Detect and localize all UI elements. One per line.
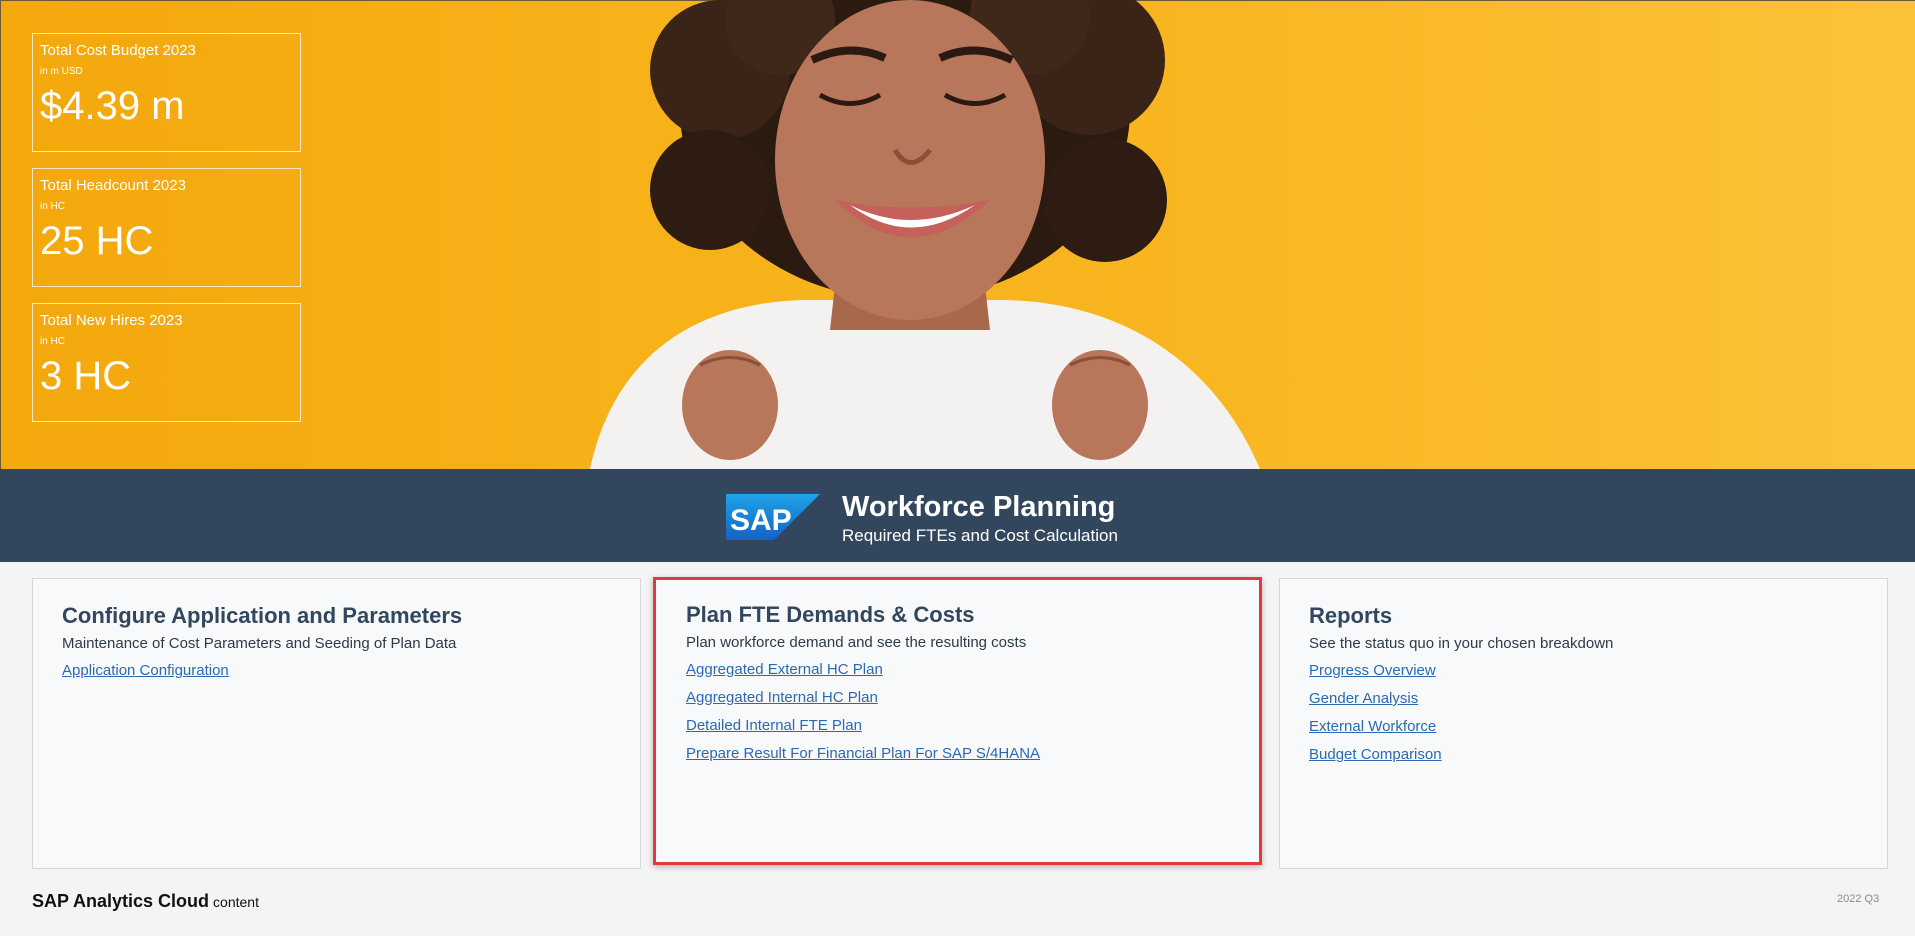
hero-banner: Total Cost Budget 2023 in m USD $4.39 m … xyxy=(0,0,1915,469)
link-progress-overview[interactable]: Progress Overview xyxy=(1309,662,1858,679)
kpi-title: Total Headcount 2023 xyxy=(40,177,186,194)
card-subtitle: Maintenance of Cost Parameters and Seedi… xyxy=(62,635,457,652)
card-links: Aggregated External HC Plan Aggregated I… xyxy=(686,661,1229,762)
link-detailed-internal-fte-plan[interactable]: Detailed Internal FTE Plan xyxy=(686,717,1229,734)
svg-text:SAP: SAP xyxy=(730,504,792,537)
kpi-unit: in m USD xyxy=(40,66,83,77)
kpi-title: Total New Hires 2023 xyxy=(40,312,183,329)
link-gender-analysis[interactable]: Gender Analysis xyxy=(1309,690,1858,707)
link-aggregated-external-hc-plan[interactable]: Aggregated External HC Plan xyxy=(686,661,1229,678)
kpi-unit: in HC xyxy=(40,201,66,212)
card-title: Plan FTE Demands & Costs xyxy=(686,602,975,627)
footer-brand-suffix: content xyxy=(213,894,259,910)
app-subtitle: Required FTEs and Cost Calculation xyxy=(842,526,1118,545)
kpi-unit: in HC xyxy=(40,336,66,347)
kpi-value: $4.39 m xyxy=(40,84,185,128)
app-title-banner: SAP Workforce Planning Required FTEs and… xyxy=(0,469,1915,562)
kpi-tile-headcount[interactable]: Total Headcount 2023 in HC 25 HC xyxy=(32,168,301,287)
kpi-title: Total Cost Budget 2023 xyxy=(40,42,196,59)
app-title: Workforce Planning xyxy=(842,491,1116,523)
sap-logo-icon: SAP xyxy=(726,494,820,540)
link-aggregated-internal-hc-plan[interactable]: Aggregated Internal HC Plan xyxy=(686,689,1229,706)
card-title: Reports xyxy=(1309,603,1393,628)
card-plan-fte-demands: Plan FTE Demands & Costs Plan workforce … xyxy=(653,577,1262,865)
kpi-tile-new-hires[interactable]: Total New Hires 2023 in HC 3 HC xyxy=(32,303,301,422)
card-configure: Configure Application and Parameters Mai… xyxy=(32,578,641,869)
footer-brand-name: SAP Analytics Cloud xyxy=(32,891,210,911)
kpi-value: 3 HC xyxy=(40,354,132,398)
card-links: Application Configuration xyxy=(62,662,611,679)
footer-brand: SAP Analytics Cloud content xyxy=(32,891,259,912)
link-budget-comparison[interactable]: Budget Comparison xyxy=(1309,746,1858,763)
link-prepare-result-financial-plan[interactable]: Prepare Result For Financial Plan For SA… xyxy=(686,745,1229,762)
kpi-tile-cost-budget[interactable]: Total Cost Budget 2023 in m USD $4.39 m xyxy=(32,33,301,152)
hero-photo-smiling-woman xyxy=(560,0,1320,469)
card-subtitle: See the status quo in your chosen breakd… xyxy=(1309,635,1614,652)
card-subtitle: Plan workforce demand and see the result… xyxy=(686,634,1027,651)
card-title: Configure Application and Parameters xyxy=(62,603,463,628)
link-application-configuration[interactable]: Application Configuration xyxy=(62,662,611,679)
kpi-value: 25 HC xyxy=(40,219,154,263)
footer-version: 2022 Q3 xyxy=(1837,893,1880,905)
card-links: Progress Overview Gender Analysis Extern… xyxy=(1309,662,1858,763)
hero-left-border xyxy=(0,0,1,469)
card-reports: Reports See the status quo in your chose… xyxy=(1279,578,1888,869)
link-external-workforce[interactable]: External Workforce xyxy=(1309,718,1858,735)
